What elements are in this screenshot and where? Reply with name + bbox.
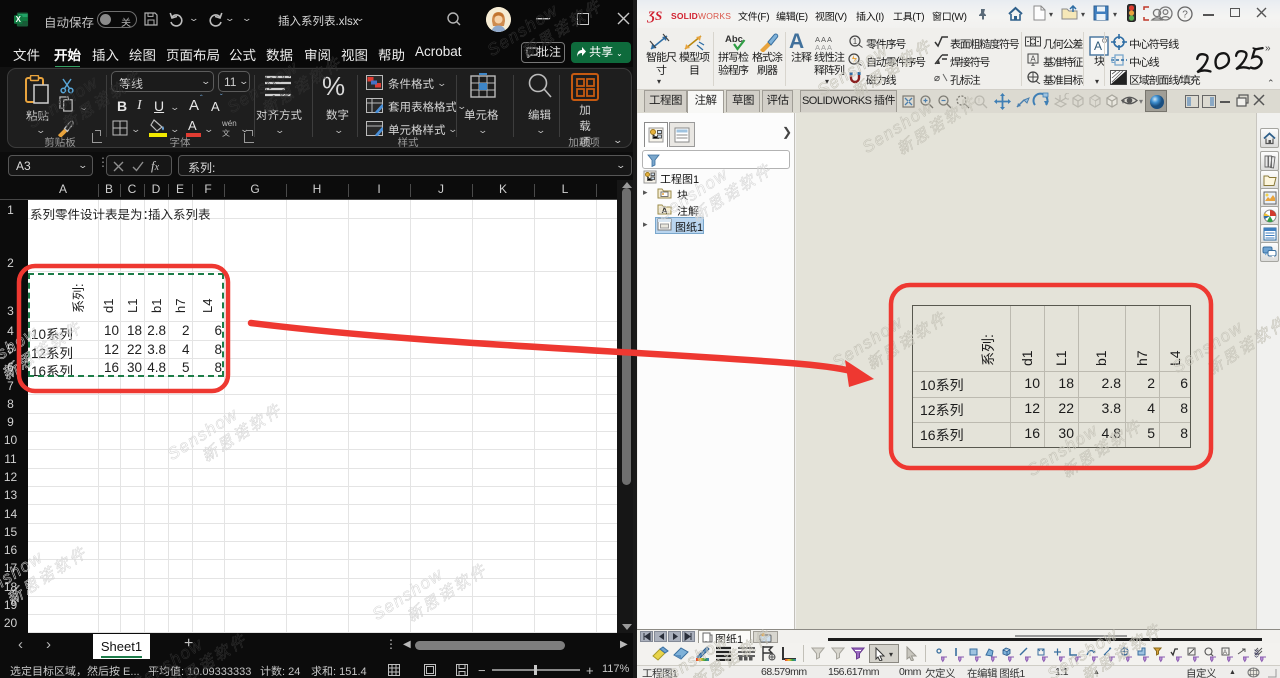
- svg-text:1: 1: [853, 37, 858, 46]
- svg-text:Abc: Abc: [725, 34, 743, 45]
- svg-text:A: A: [1094, 39, 1102, 53]
- svg-text:⌀: ⌀: [934, 73, 940, 84]
- svg-text:A: A: [1223, 650, 1227, 656]
- svg-text:?: ?: [1182, 10, 1188, 21]
- svg-text:A: A: [1030, 55, 1036, 64]
- svg-text:AAA: AAA: [815, 43, 833, 51]
- svg-text:X: X: [16, 15, 22, 24]
